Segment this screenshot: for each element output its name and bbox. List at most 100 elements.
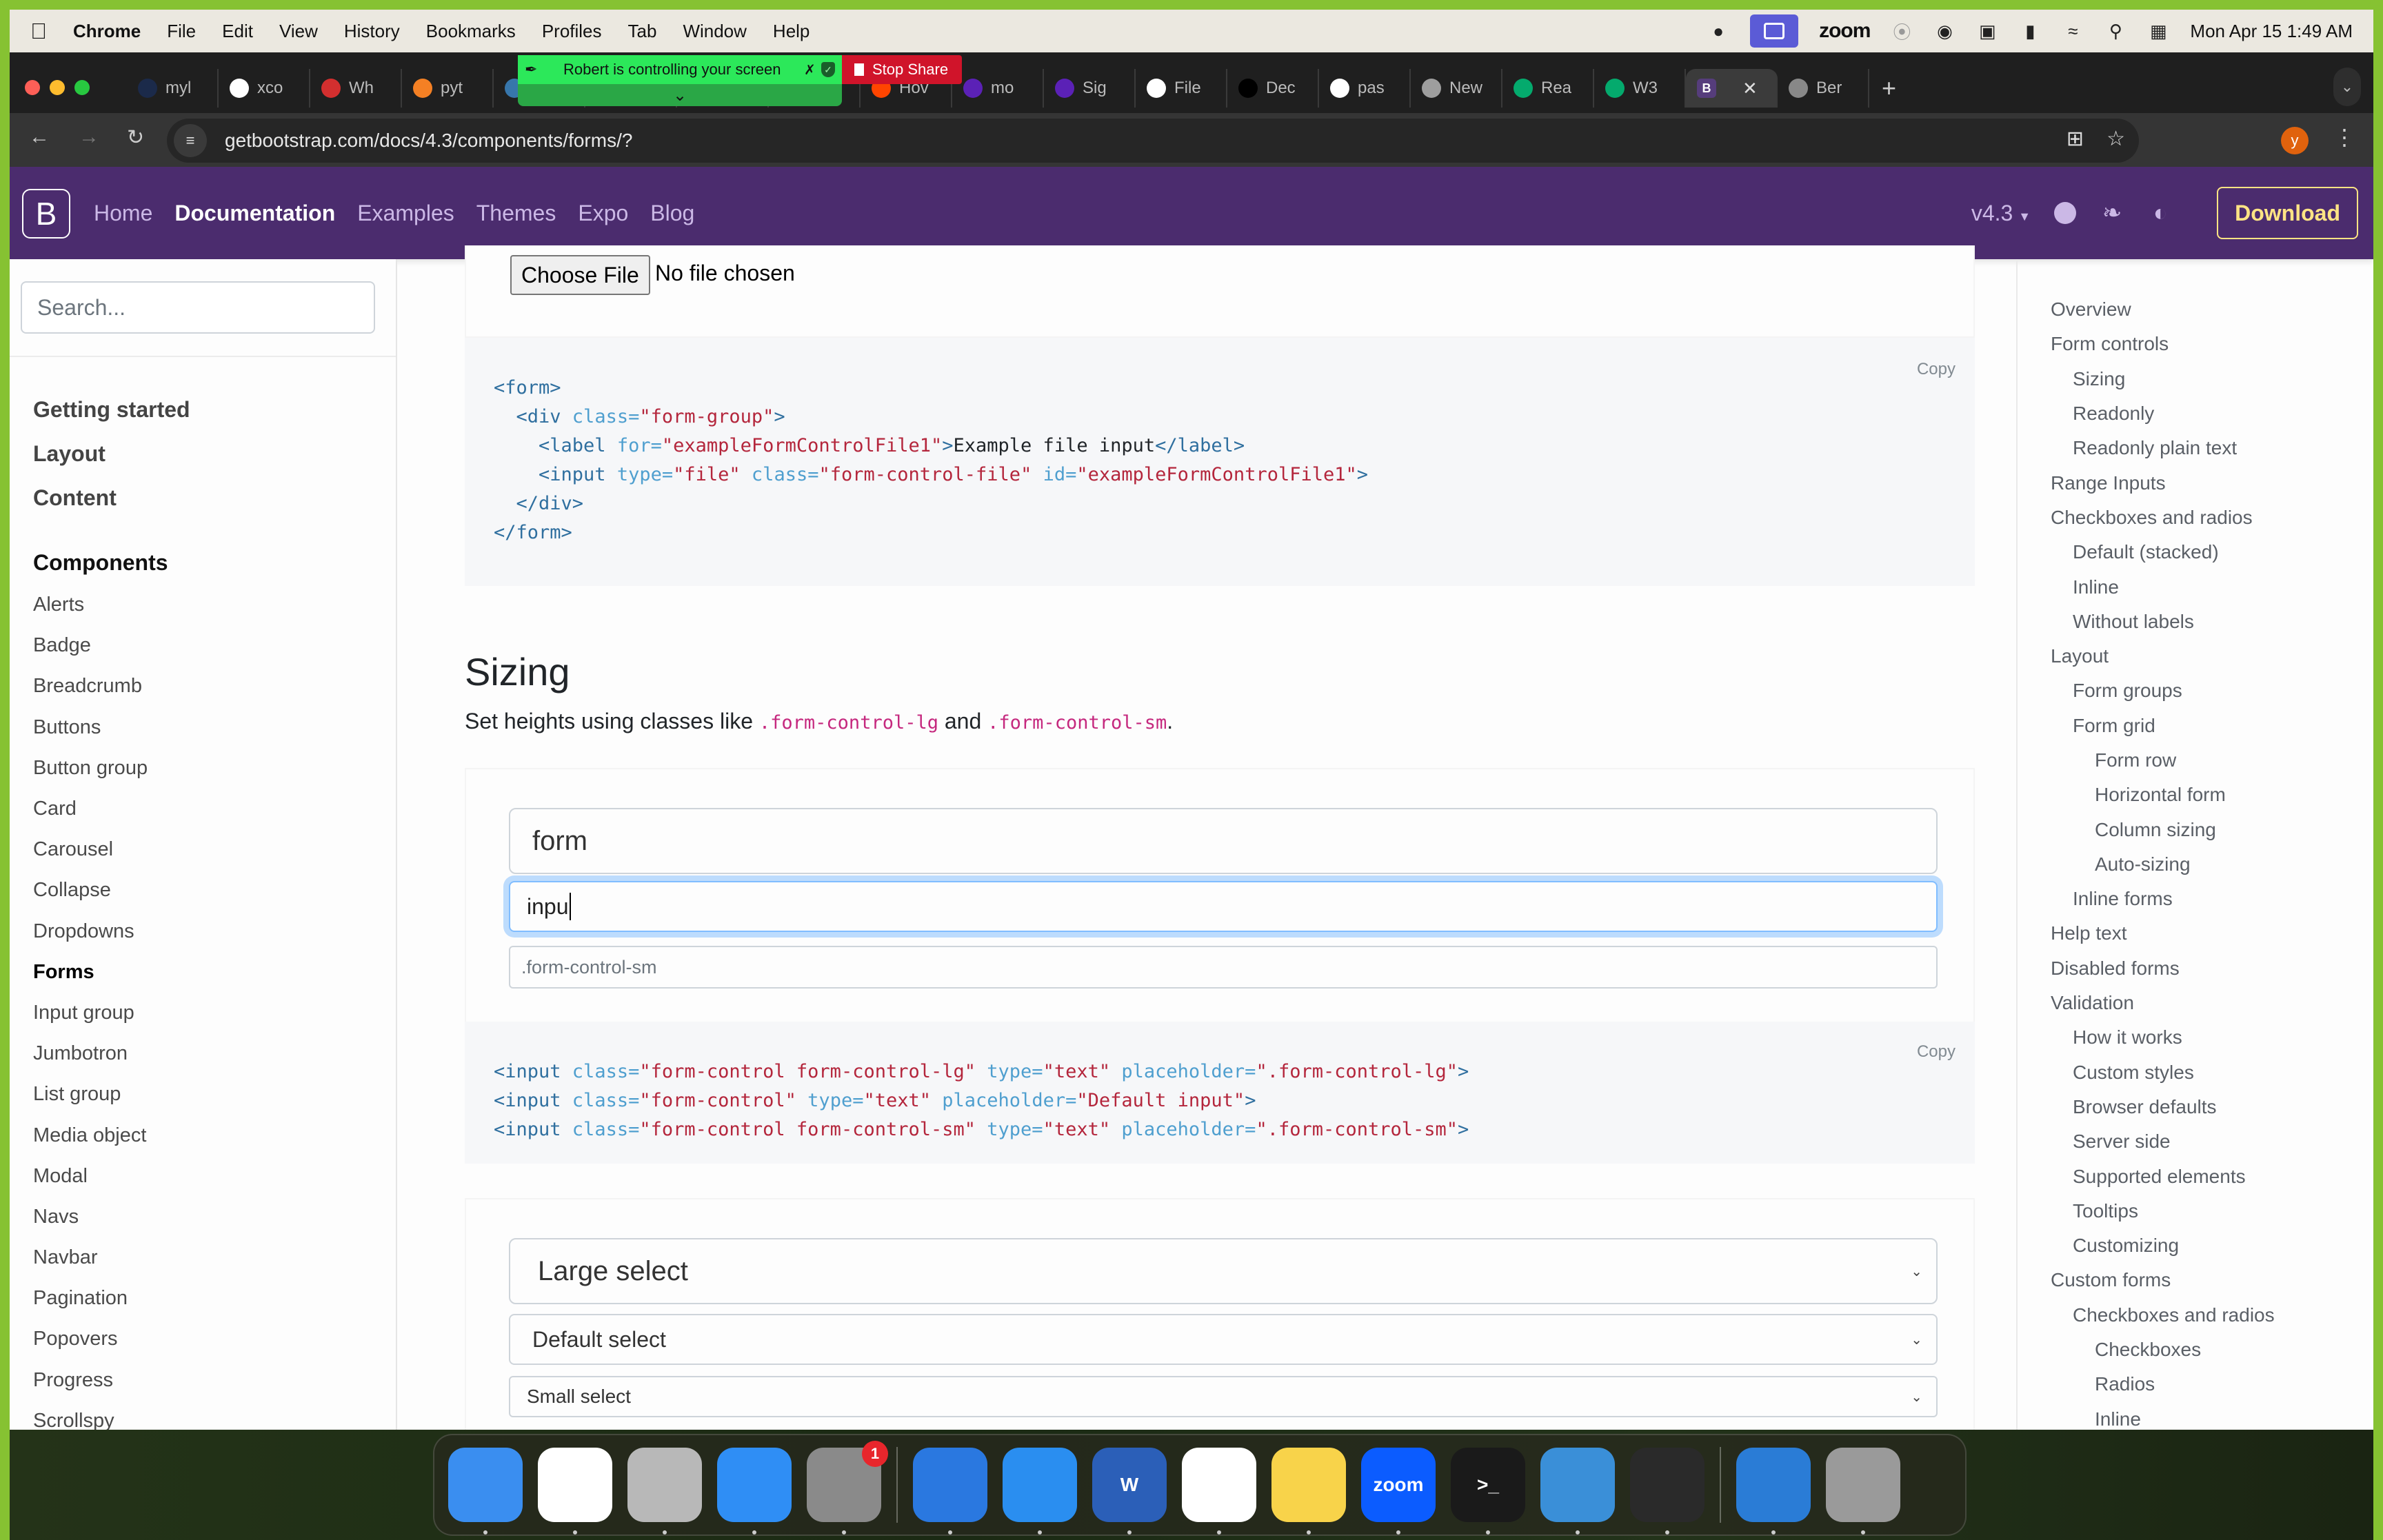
sidebar-section-link[interactable]: Content	[33, 476, 190, 520]
record-icon[interactable]: ●	[1707, 20, 1729, 42]
menu-bookmarks[interactable]: Bookmarks	[426, 21, 516, 42]
toc-link[interactable]: Sizing	[2051, 362, 2275, 396]
toc-link[interactable]: Readonly	[2051, 396, 2275, 431]
toc-link[interactable]: Readonly plain text	[2051, 431, 2275, 465]
toc-link[interactable]: Column sizing	[2051, 812, 2275, 847]
quicktime-icon[interactable]	[1630, 1448, 1705, 1534]
toc-link[interactable]: How it works	[2051, 1020, 2275, 1055]
site-info-icon[interactable]: ≡	[174, 124, 207, 157]
browser-tab[interactable]: myl	[127, 69, 219, 108]
sidebar-item-navbar[interactable]: Navbar	[33, 1237, 190, 1278]
sidebar-item-input-group[interactable]: Input group	[33, 993, 190, 1033]
copy-button[interactable]: Copy	[1917, 360, 1955, 379]
nav-link-expo[interactable]: Expo	[578, 201, 628, 226]
toc-link[interactable]: Layout	[2051, 639, 2275, 673]
url-text[interactable]: getbootstrap.com/docs/4.3/components/for…	[225, 130, 632, 152]
toc-link[interactable]: Customizing	[2051, 1228, 2275, 1263]
download-button[interactable]: Download	[2217, 187, 2358, 239]
sidebar-item-alerts[interactable]: Alerts	[33, 585, 190, 625]
version-dropdown[interactable]: v4.3 ▼	[1971, 201, 2031, 226]
default-select[interactable]: Default select ⌄	[509, 1314, 1938, 1365]
display-icon[interactable]	[1540, 1448, 1615, 1534]
control-center-icon[interactable]: ▦	[2147, 20, 2169, 42]
close-window-button[interactable]	[25, 80, 40, 95]
install-app-icon[interactable]: ⊞	[2067, 127, 2084, 151]
browser-tab[interactable]: B ✕	[1686, 69, 1778, 108]
sidebar-item-dropdowns[interactable]: Dropdowns	[33, 911, 190, 952]
chrome-menu-icon[interactable]: ⋮	[2333, 124, 2355, 150]
nav-link-examples[interactable]: Examples	[357, 201, 454, 226]
menu-file[interactable]: File	[167, 21, 196, 42]
word-icon[interactable]: W	[1092, 1448, 1167, 1534]
toc-link[interactable]: Overview	[2051, 292, 2275, 327]
toc-link[interactable]: Range Inputs	[2051, 465, 2275, 500]
launchpad-icon[interactable]	[627, 1448, 702, 1534]
sidebar-item-jumbotron[interactable]: Jumbotron	[33, 1033, 190, 1074]
toc-link[interactable]: Without labels	[2051, 605, 2275, 639]
toc-link[interactable]: Help text	[2051, 916, 2275, 951]
forward-button[interactable]: →	[79, 125, 99, 149]
toc-link[interactable]: Validation	[2051, 986, 2275, 1020]
sidebar-item-scrollspy[interactable]: Scrollspy	[33, 1401, 190, 1430]
toc-link[interactable]: Server side	[2051, 1124, 2275, 1159]
terminal-icon[interactable]: >_	[1451, 1448, 1525, 1534]
xcode-icon[interactable]	[1003, 1448, 1077, 1534]
sidebar-item-popovers[interactable]: Popovers	[33, 1319, 190, 1359]
close-tab-icon[interactable]: ✕	[1742, 78, 1758, 99]
toc-link[interactable]: Checkboxes and radios	[2051, 500, 2275, 535]
banner-expand-button[interactable]: ⌄	[518, 84, 842, 106]
nav-link-home[interactable]: Home	[94, 201, 152, 226]
browser-tab[interactable]: pas	[1319, 69, 1411, 108]
nav-link-documentation[interactable]: Documentation	[174, 201, 335, 226]
toc-link[interactable]: Default (stacked)	[2051, 535, 2275, 569]
sidebar-item-badge[interactable]: Badge	[33, 625, 190, 666]
notes-icon[interactable]	[1271, 1448, 1346, 1534]
large-select[interactable]: Large select ⌄	[509, 1238, 1938, 1304]
sidebar-item-navs[interactable]: Navs	[33, 1197, 190, 1237]
stop-share-button[interactable]: Stop Share	[842, 55, 962, 84]
opencollective-icon[interactable]: ◐	[2148, 200, 2173, 226]
browser-tab[interactable]: Sig	[1044, 69, 1136, 108]
bookmark-star-icon[interactable]: ☆	[2107, 127, 2125, 151]
menu-profiles[interactable]: Profiles	[542, 21, 602, 42]
minimize-window-button[interactable]	[50, 80, 65, 95]
back-button[interactable]: ←	[29, 125, 50, 149]
toc-link[interactable]: Inline	[2051, 569, 2275, 604]
toc-link[interactable]: Supported elements	[2051, 1159, 2275, 1193]
system-settings-icon[interactable]: 1	[807, 1441, 888, 1534]
menu-window[interactable]: Window	[683, 21, 746, 42]
battery-icon[interactable]: ▮	[2019, 20, 2041, 42]
small-text-input[interactable]: .form-control-sm	[509, 946, 1938, 989]
toc-link[interactable]: Custom styles	[2051, 1055, 2275, 1090]
nav-link-blog[interactable]: Blog	[650, 201, 694, 226]
toc-link[interactable]: Inline	[2051, 1402, 2275, 1430]
browser-tab[interactable]: xco	[219, 69, 310, 108]
shield-check-icon[interactable]: ✓	[821, 62, 835, 77]
sidebar-item-card[interactable]: Card	[33, 789, 190, 829]
bootstrap-logo[interactable]: B	[22, 189, 70, 239]
browser-tab[interactable]: Rea	[1502, 69, 1594, 108]
twitter-icon[interactable]: ❧	[2100, 200, 2124, 226]
browser-tab[interactable]: Dec	[1227, 69, 1319, 108]
binoculars-icon[interactable]: ▣	[1976, 20, 1998, 42]
copy-button[interactable]: Copy	[1917, 1042, 1955, 1062]
sidebar-item-breadcrumb[interactable]: Breadcrumb	[33, 666, 190, 707]
menu-tab[interactable]: Tab	[628, 21, 657, 42]
creative-cloud-icon[interactable]: ◉	[1933, 20, 1955, 42]
sidebar-item-modal[interactable]: Modal	[33, 1156, 190, 1197]
menu-history[interactable]: History	[344, 21, 400, 42]
browser-tab[interactable]: mo	[952, 69, 1044, 108]
github-icon[interactable]	[2054, 202, 2077, 224]
sidebar-item-forms[interactable]: Forms	[33, 952, 190, 993]
menu-edit[interactable]: Edit	[222, 21, 253, 42]
vscode-icon[interactable]	[538, 1448, 612, 1534]
zoom-icon[interactable]: zoom	[1361, 1448, 1436, 1534]
toc-link[interactable]: Checkboxes and radios	[2051, 1298, 2275, 1333]
toc-link[interactable]: Form groups	[2051, 673, 2275, 708]
sidebar-item-collapse[interactable]: Collapse	[33, 870, 190, 911]
sidebar-item-media-object[interactable]: Media object	[33, 1115, 190, 1155]
toc-link[interactable]: Form grid	[2051, 709, 2275, 743]
reload-button[interactable]: ↻	[127, 125, 144, 150]
toc-link[interactable]: Browser defaults	[2051, 1090, 2275, 1124]
sidebar-section-link[interactable]: Layout	[33, 432, 190, 476]
